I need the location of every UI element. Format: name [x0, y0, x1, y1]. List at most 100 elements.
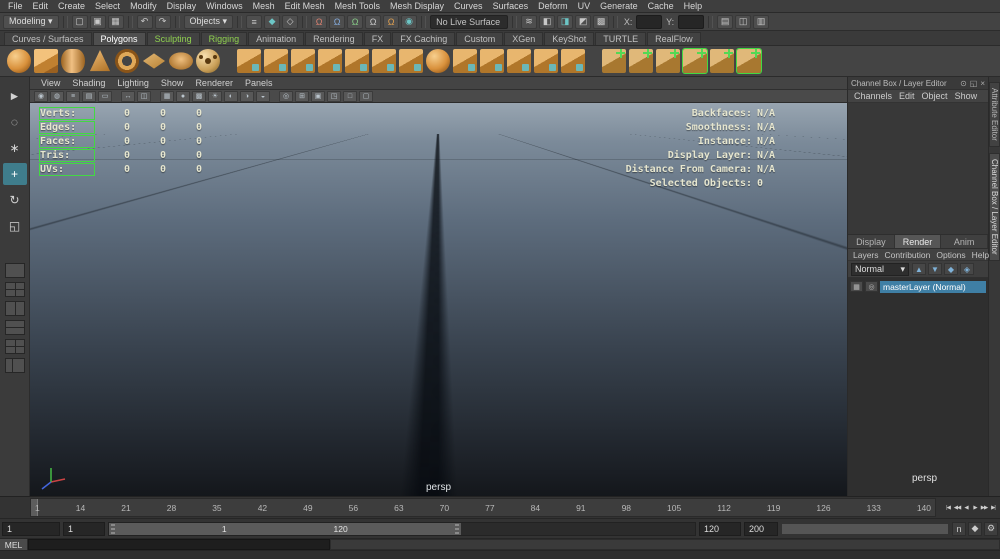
two-pane-side-by-side-layout-button[interactable]: [4, 301, 25, 316]
playback-range-bar[interactable]: 1 120: [109, 522, 461, 535]
boolean-union-icon[interactable]: [237, 49, 261, 73]
boolean-intersection-icon[interactable]: [291, 49, 315, 73]
y-coordinate-label[interactable]: Y:: [664, 15, 676, 29]
select-by-component-icon[interactable]: ◇: [282, 14, 299, 29]
layer-editor-tab[interactable]: Display: [848, 235, 895, 248]
shelf-tab[interactable]: Polygons: [92, 32, 146, 45]
shelf-tab[interactable]: Custom: [456, 32, 504, 45]
snap-to-grid-icon[interactable]: Ω: [311, 14, 328, 29]
channel-box-menu-item[interactable]: Edit: [899, 91, 915, 101]
menu-item[interactable]: Cache: [643, 1, 679, 11]
camera-attributes-icon[interactable]: ≡: [66, 90, 80, 102]
shelf-tab[interactable]: RealFlow: [647, 32, 701, 45]
motion-blur-icon[interactable]: ◒: [256, 90, 270, 102]
resolution-gate-icon[interactable]: ▣: [311, 90, 325, 102]
multi-cut-icon[interactable]: [561, 49, 585, 73]
poly-cylinder-icon[interactable]: [61, 49, 85, 73]
menu-item[interactable]: Select: [90, 1, 125, 11]
menu-item[interactable]: Help: [679, 1, 708, 11]
shadows-icon[interactable]: ◐: [224, 90, 238, 102]
menu-item[interactable]: Curves: [449, 1, 488, 11]
play-backwards-button[interactable]: ◀: [962, 502, 970, 514]
menu-item[interactable]: Windows: [201, 1, 248, 11]
layer-editor-menu-item[interactable]: Options: [936, 250, 965, 260]
tool-settings-toggle-icon[interactable]: ▥: [753, 14, 770, 29]
panel-menu-item[interactable]: View: [36, 78, 65, 88]
create-empty-layer-icon[interactable]: ◆: [944, 263, 958, 275]
poly-cube-icon[interactable]: [34, 49, 58, 73]
snap-to-view-plane-icon[interactable]: Ω: [383, 14, 400, 29]
combine-icon[interactable]: [318, 49, 342, 73]
go-to-start-button[interactable]: |◀: [944, 502, 952, 514]
menu-item[interactable]: Generate: [595, 1, 643, 11]
lasso-tool-icon[interactable]: ◌: [3, 111, 27, 133]
menu-item[interactable]: Mesh Display: [385, 1, 449, 11]
menu-item[interactable]: Edit: [28, 1, 54, 11]
ambient-occlusion-icon[interactable]: ◑: [240, 90, 254, 102]
menu-item[interactable]: Surfaces: [488, 1, 534, 11]
channel-box-menu-item[interactable]: Channels: [854, 91, 892, 101]
playback-start-field[interactable]: 1: [63, 521, 105, 536]
new-scene-icon[interactable]: ▢: [71, 14, 88, 29]
quad-draw-icon[interactable]: [682, 48, 708, 74]
step-forward-frame-button[interactable]: ▶▶: [980, 502, 988, 514]
command-input[interactable]: [28, 539, 330, 550]
symmetrize-icon[interactable]: [736, 48, 762, 74]
smooth-icon[interactable]: [426, 49, 450, 73]
panel-menu-item[interactable]: Lighting: [112, 78, 154, 88]
layer-editor-menu-item[interactable]: Layers: [853, 250, 879, 260]
two-pane-stacked-layout-button[interactable]: [4, 320, 25, 335]
select-by-hierarchy-icon[interactable]: ≡: [246, 14, 263, 29]
channel-box-menu-item[interactable]: Object: [922, 91, 948, 101]
create-layer-from-selected-icon[interactable]: ◈: [960, 263, 974, 275]
panel-menu-item[interactable]: Panels: [240, 78, 278, 88]
pop-out-panel-icon[interactable]: ◱: [970, 79, 978, 88]
select-by-object-icon[interactable]: ◆: [264, 14, 281, 29]
menu-item[interactable]: UV: [573, 1, 596, 11]
menu-item[interactable]: Edit Mesh: [280, 1, 330, 11]
bevel-icon[interactable]: [507, 49, 531, 73]
rotate-tool-icon[interactable]: ↻: [3, 189, 27, 211]
panel-menu-item[interactable]: Renderer: [190, 78, 238, 88]
move-tool-icon[interactable]: +: [2, 163, 27, 185]
safe-title-icon[interactable]: ▢: [359, 90, 373, 102]
four-pane-layout-button[interactable]: [4, 282, 25, 297]
smooth-shade-icon[interactable]: ●: [176, 90, 190, 102]
secondary-range-bar[interactable]: [781, 522, 949, 535]
offset-edge-loop-icon[interactable]: [629, 48, 653, 73]
selection-mask-dropdown[interactable]: Objects ▾: [183, 14, 234, 29]
poly-disc-icon[interactable]: [169, 52, 193, 70]
menu-item[interactable]: Deform: [533, 1, 573, 11]
shelf-tab[interactable]: Animation: [248, 32, 305, 45]
undo-icon[interactable]: ↶: [136, 14, 153, 29]
shelf-tab[interactable]: FX: [363, 32, 392, 45]
wireframe-mode-icon[interactable]: ▦: [160, 90, 174, 102]
live-surface-field[interactable]: No Live Surface: [430, 14, 509, 29]
redo-icon[interactable]: ↷: [154, 14, 171, 29]
two-d-pan-zoom-icon[interactable]: ↔: [121, 90, 135, 102]
y-coordinate-input[interactable]: [678, 14, 705, 29]
layer-row-masterlayer[interactable]: ▦ ◎ masterLayer (Normal): [848, 280, 988, 293]
menu-item[interactable]: Display: [162, 1, 202, 11]
open-render-view-icon[interactable]: ◧: [539, 14, 556, 29]
scale-tool-icon[interactable]: ◱: [3, 215, 27, 237]
shelf-tab[interactable]: Rendering: [305, 32, 363, 45]
menu-item[interactable]: Mesh: [248, 1, 280, 11]
boolean-difference-icon[interactable]: [264, 49, 288, 73]
poly-cone-icon[interactable]: [89, 49, 111, 72]
poly-plane-icon[interactable]: [142, 53, 166, 69]
panel-menu-item[interactable]: Shading: [67, 78, 110, 88]
layer-editor-tab[interactable]: Anim: [941, 235, 989, 248]
range-start-handle[interactable]: [111, 523, 115, 534]
construction-history-icon[interactable]: ≋: [521, 14, 538, 29]
bookmarks-icon[interactable]: ▤: [82, 90, 96, 102]
isolate-select-icon[interactable]: ◎: [279, 90, 293, 102]
auto-keyframe-icon[interactable]: ◆: [968, 521, 982, 536]
image-plane-icon[interactable]: ▭: [98, 90, 112, 102]
play-forwards-button[interactable]: ▶: [971, 502, 979, 514]
bridge-icon[interactable]: [534, 49, 558, 73]
move-layer-down-icon[interactable]: ▼: [928, 263, 942, 275]
menu-item[interactable]: Create: [53, 1, 90, 11]
poly-sphere-icon[interactable]: [7, 49, 31, 73]
no-character-set-icon[interactable]: n: [952, 521, 966, 536]
